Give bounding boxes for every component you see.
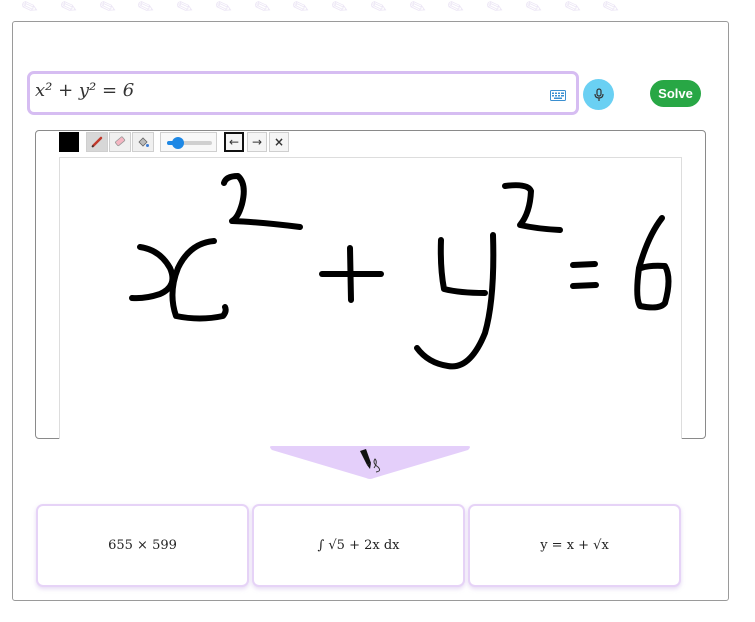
clear-button[interactable]: ×	[269, 132, 289, 152]
handwritten-strokes	[129, 173, 672, 370]
stroke-y-right	[414, 232, 497, 370]
undo-button[interactable]: ←	[224, 132, 244, 152]
stroke-digit-6	[634, 215, 672, 311]
eraser-icon	[115, 136, 126, 147]
eraser-tool-button[interactable]	[109, 132, 131, 152]
redo-button[interactable]: →	[247, 132, 267, 152]
background-pattern: ✎ ✎ ✎ ✎ ✎ ✎ ✎ ✎ ✎ ✎ ✎ ✎ ✎ ✎ ✎ ✎	[18, 0, 624, 18]
stroke-plus-v	[347, 245, 354, 303]
slider-knob[interactable]	[171, 137, 184, 149]
suggestion-card[interactable]: y = x + √x	[468, 504, 681, 587]
stroke-x-left	[129, 244, 176, 302]
stroke-superscript-2-b	[502, 182, 563, 233]
handwriting-canvas[interactable]	[59, 157, 682, 439]
stroke-x-right	[169, 238, 229, 322]
brush-size-slider[interactable]	[160, 132, 217, 152]
voice-input-button[interactable]	[583, 79, 614, 110]
solve-button[interactable]: Solve	[650, 80, 701, 107]
color-picker[interactable]	[59, 132, 79, 152]
keyboard-icon[interactable]	[550, 90, 566, 101]
pen-icon	[91, 136, 103, 148]
suggestion-card[interactable]: ∫ √5 + 2x dx	[252, 504, 465, 587]
microphone-icon	[593, 87, 604, 101]
stroke-y-left	[437, 237, 488, 296]
suggestion-card[interactable]: 655 × 599	[36, 504, 249, 587]
stroke-equals-bottom	[570, 282, 599, 289]
tool-group	[86, 132, 154, 152]
fill-tool-button[interactable]	[132, 132, 154, 152]
stroke-superscript-2-a	[221, 173, 303, 230]
slider-track	[167, 137, 212, 149]
stroke-equals-top	[570, 261, 598, 268]
pen-tool-button[interactable]	[86, 132, 108, 152]
math-input-field[interactable]: x² + y² = 6	[27, 71, 579, 115]
math-expression: x² + y² = 6	[35, 80, 135, 101]
fill-icon	[138, 137, 149, 147]
convert-handwriting-tab[interactable]	[268, 444, 472, 480]
